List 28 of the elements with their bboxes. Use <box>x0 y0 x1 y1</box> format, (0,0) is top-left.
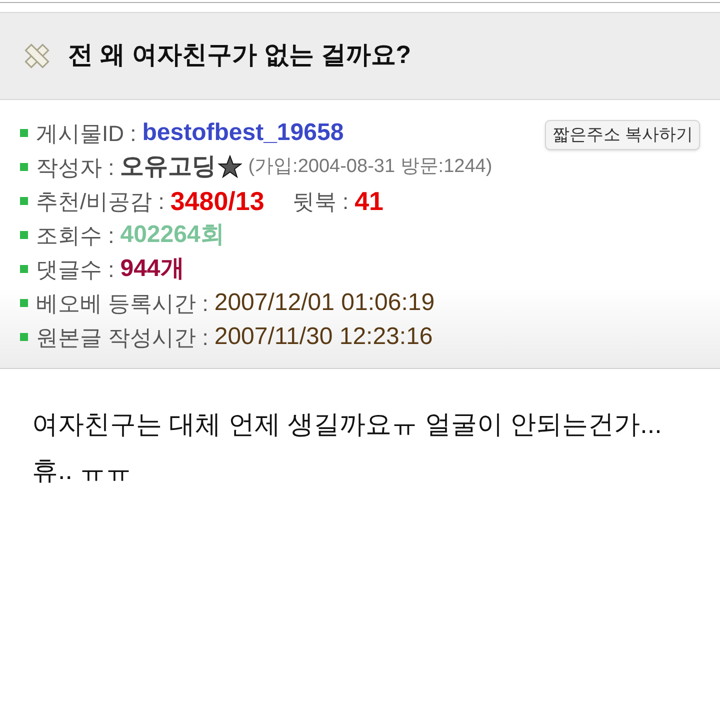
post-title: 전 왜 여자친구가 없는 걸까요? <box>68 40 412 72</box>
join-info: (가입:2004-08-31 방문:1244) <box>248 154 492 179</box>
bullet-icon <box>20 231 28 239</box>
field-label: 베오베 등록시간 : <box>36 290 208 318</box>
bullet-icon <box>20 129 28 137</box>
copy-short-url-button[interactable]: 짧은주소 복사하기 <box>545 120 700 150</box>
bullet-icon <box>20 333 28 341</box>
field-label: 원본글 작성시간 : <box>36 324 208 352</box>
field-label: 뒷북 : <box>292 188 349 216</box>
bullet-icon <box>20 299 28 307</box>
bullet-icon <box>20 197 28 205</box>
field-value: 3480/13 <box>170 184 264 218</box>
field-label: 작성자 : <box>36 154 114 182</box>
bullet-icon <box>20 265 28 273</box>
field-value: 오유고딩 <box>120 152 216 182</box>
field-label: 댓글수 : <box>36 256 114 284</box>
star-icon <box>218 155 242 179</box>
post-body: 여자친구는 대체 언제 생길까요ㅠ 얼굴이 안되는건가... 휴.. ㅠㅠ <box>31 408 663 487</box>
field-label: 게시물ID : <box>36 120 136 148</box>
field-label: 추천/비공감 : <box>36 188 164 216</box>
field-label: 조회수 : <box>36 222 114 250</box>
field-value: 2007/11/30 12:23:16 <box>214 322 433 352</box>
post-id: bestofbest_19658 <box>142 118 344 148</box>
field-value: 2007/12/01 01:06:19 <box>214 288 435 318</box>
bullet-icon <box>20 163 28 171</box>
field-value: 402264회 <box>120 220 224 250</box>
field-value: 944개 <box>120 254 184 284</box>
field-value: 41 <box>354 184 384 218</box>
